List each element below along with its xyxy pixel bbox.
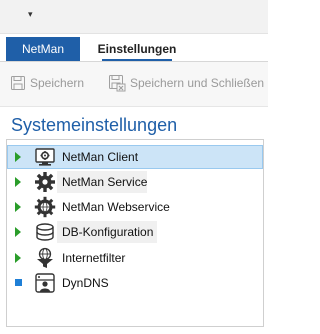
leaf-bullet-icon <box>15 279 22 286</box>
expand-arrow-icon[interactable] <box>15 253 21 263</box>
tree-item-label: NetMan Client <box>62 150 139 164</box>
funnel-icon <box>37 247 53 268</box>
server-user-icon <box>35 273 55 293</box>
tree-item-netman-webservice[interactable]: NetMan Webservice <box>7 195 263 219</box>
tree-item-label: DynDNS <box>62 276 109 290</box>
tab-einstellungen[interactable]: Einstellungen <box>96 37 178 61</box>
save-button-label: Speichern <box>30 76 85 90</box>
tree-item-dyndns[interactable]: DynDNS <box>7 271 263 295</box>
expand-arrow-icon[interactable] <box>15 202 21 212</box>
save-and-close-button-label: Speichern und Schließen <box>130 76 265 90</box>
monitor-gear-icon <box>35 148 55 166</box>
expand-arrow-icon[interactable] <box>15 152 21 162</box>
tab-netman[interactable]: NetMan <box>6 37 80 61</box>
floppy-disk-close-icon <box>109 75 126 92</box>
floppy-disk-icon <box>11 76 25 90</box>
globe-gear-icon <box>34 196 56 218</box>
expand-arrow-icon[interactable] <box>15 227 21 237</box>
tab-einstellungen-label: Einstellungen <box>97 42 177 56</box>
page-title: Systemeinstellungen <box>11 115 178 135</box>
tree-item-label: NetMan Service <box>62 175 148 189</box>
expand-arrow-icon[interactable] <box>15 177 21 187</box>
save-button[interactable]: Speichern <box>10 72 84 94</box>
settings-tree: NetMan Client NetMan Service NetMan Webs… <box>6 139 264 327</box>
quick-access-dropdown[interactable]: ▾ <box>28 9 33 20</box>
tabs-divider <box>0 33 268 34</box>
save-and-close-button[interactable]: Speichern und Schließen <box>108 72 264 94</box>
tree-item-label: DB-Konfiguration <box>62 225 154 239</box>
title-bar: ▾ <box>0 0 268 33</box>
tree-item-internetfilter[interactable]: Internetfilter <box>7 246 263 270</box>
tree-item-netman-client[interactable]: NetMan Client <box>7 145 263 169</box>
tree-item-db-konfiguration[interactable]: DB-Konfiguration <box>7 220 263 244</box>
tree-item-label: NetMan Webservice <box>62 200 170 214</box>
tree-item-label: Internetfilter <box>62 251 126 265</box>
gear-icon <box>35 172 55 192</box>
tree-item-netman-service[interactable]: NetMan Service <box>7 170 263 194</box>
database-icon <box>36 223 54 241</box>
